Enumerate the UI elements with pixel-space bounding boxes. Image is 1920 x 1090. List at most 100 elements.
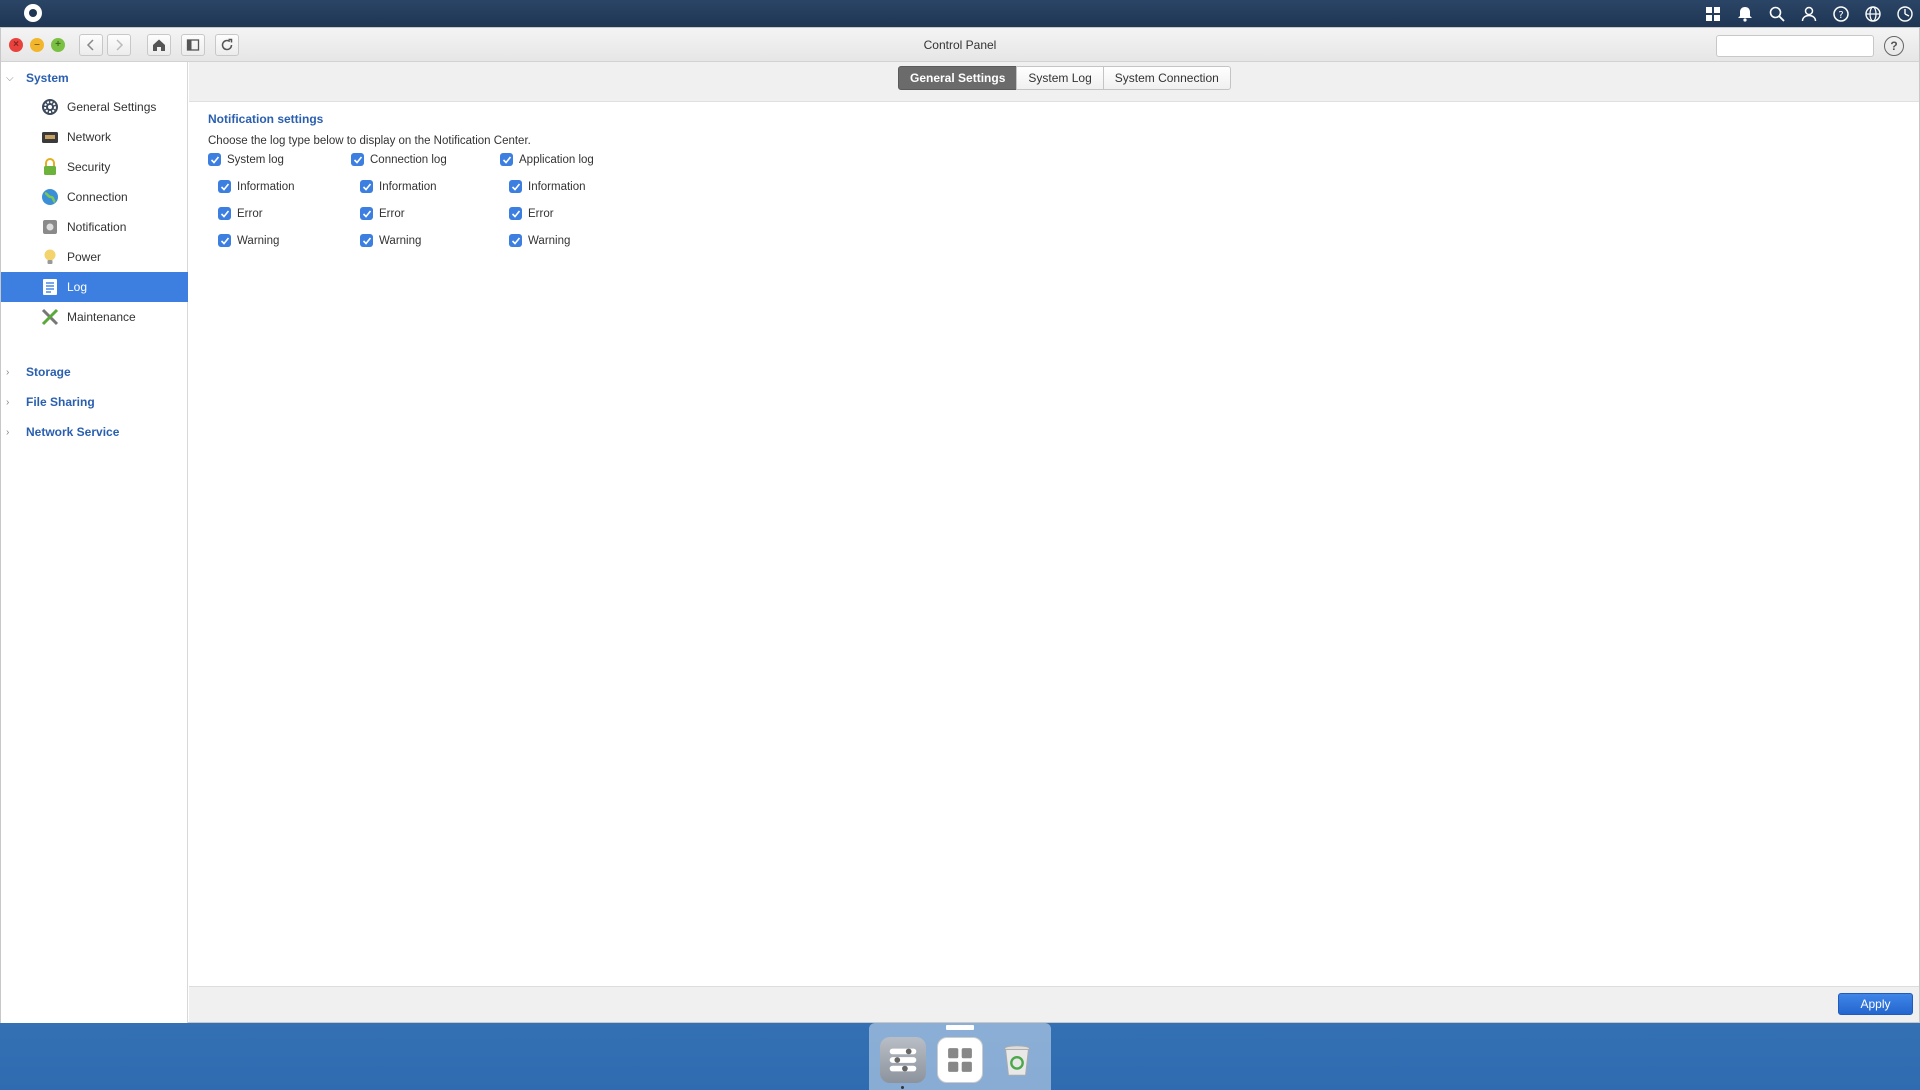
sidebar: ⌵ System General Settings Network Securi… bbox=[1, 62, 188, 1023]
chevron-right-icon: › bbox=[6, 366, 10, 378]
dock-recycle-bin-icon[interactable] bbox=[994, 1037, 1040, 1083]
sidebar-section-system[interactable]: ⌵ System bbox=[1, 67, 188, 89]
sidebar-section-storage[interactable]: › Storage bbox=[1, 361, 188, 383]
checkbox-checked-icon[interactable] bbox=[360, 207, 373, 220]
main-content: Notification settings Choose the log typ… bbox=[189, 102, 1919, 986]
sidebar-item-maintenance[interactable]: Maintenance bbox=[1, 302, 188, 332]
language-globe-icon[interactable] bbox=[1862, 3, 1884, 25]
sidebar-item-log[interactable]: Log bbox=[1, 272, 188, 302]
checkbox-label: Information bbox=[528, 180, 586, 193]
gear-icon bbox=[40, 97, 60, 117]
checkbox-application-log-information[interactable]: Information bbox=[509, 180, 586, 193]
top-bar: ? bbox=[0, 0, 1920, 27]
checkbox-checked-icon[interactable] bbox=[360, 234, 373, 247]
chevron-right-icon: › bbox=[6, 426, 10, 438]
checkbox-label: Warning bbox=[379, 234, 422, 247]
checkbox-system-log-warning[interactable]: Warning bbox=[218, 234, 279, 247]
chevron-right-icon: › bbox=[6, 396, 10, 408]
checkbox-checked-icon[interactable] bbox=[208, 153, 221, 166]
sidebar-item-label: General Settings bbox=[67, 100, 157, 114]
sidebar-section-label: File Sharing bbox=[26, 395, 95, 409]
globe-icon bbox=[40, 187, 60, 207]
sidebar-section-label: Network Service bbox=[26, 425, 120, 439]
log-icon bbox=[40, 277, 60, 297]
sidebar-section-label: System bbox=[26, 71, 69, 85]
sidebar-item-label: Security bbox=[67, 160, 111, 174]
control-panel-window: × – + Control Panel ? ⌵ System General S… bbox=[0, 27, 1920, 1023]
checkbox-connection-log-information[interactable]: Information bbox=[360, 180, 437, 193]
sidebar-item-notification[interactable]: Notification bbox=[1, 212, 188, 242]
checkbox-checked-icon[interactable] bbox=[218, 180, 231, 193]
window-titlebar: × – + Control Panel ? bbox=[1, 28, 1919, 62]
sidebar-item-label: Log bbox=[67, 280, 88, 294]
checkbox-application-log-error[interactable]: Error bbox=[509, 207, 554, 220]
checkbox-checked-icon[interactable] bbox=[509, 207, 522, 220]
checkbox-application-log-warning[interactable]: Warning bbox=[509, 234, 570, 247]
bell-icon[interactable] bbox=[1734, 3, 1756, 25]
checkbox-checked-icon[interactable] bbox=[360, 180, 373, 193]
window-title: Control Panel bbox=[923, 38, 997, 52]
notification-icon bbox=[40, 217, 60, 237]
apply-button[interactable]: Apply bbox=[1838, 993, 1913, 1015]
sidebar-item-network[interactable]: Network bbox=[1, 122, 188, 152]
tab-general-settings[interactable]: General Settings bbox=[898, 66, 1018, 90]
sidebar-item-label: Connection bbox=[67, 190, 128, 204]
dock bbox=[869, 1023, 1051, 1090]
bulb-icon bbox=[40, 247, 60, 267]
checkbox-checked-icon[interactable] bbox=[218, 234, 231, 247]
checkbox-checked-icon[interactable] bbox=[351, 153, 364, 166]
tab-system-connection[interactable]: System Connection bbox=[1102, 66, 1231, 90]
sidebar-item-label: Network bbox=[67, 130, 112, 144]
checkbox-checked-icon[interactable] bbox=[509, 234, 522, 247]
apps-grid-icon[interactable] bbox=[1702, 3, 1724, 25]
checkbox-label: Information bbox=[237, 180, 295, 193]
sidebar-item-power[interactable]: Power bbox=[1, 242, 188, 272]
app-logo-icon[interactable] bbox=[24, 4, 42, 22]
tools-icon bbox=[40, 307, 60, 327]
checkbox-label: Information bbox=[379, 180, 437, 193]
checkbox-connection-log-warning[interactable]: Warning bbox=[360, 234, 421, 247]
tab-bar: General Settings System Log System Conne… bbox=[898, 66, 1231, 90]
checkbox-checked-icon[interactable] bbox=[218, 207, 231, 220]
checkbox-connection-log[interactable]: Connection log bbox=[351, 153, 447, 166]
dock-control-panel-icon[interactable] bbox=[880, 1037, 926, 1083]
sidebar-item-general-settings[interactable]: General Settings bbox=[1, 92, 188, 122]
search-icon[interactable] bbox=[1766, 3, 1788, 25]
checkbox-checked-icon[interactable] bbox=[509, 180, 522, 193]
checkbox-application-log[interactable]: Application log bbox=[500, 153, 594, 166]
window-search-box[interactable] bbox=[1716, 35, 1880, 57]
topbar-icons: ? bbox=[1702, 3, 1916, 25]
user-icon[interactable] bbox=[1798, 3, 1820, 25]
checkbox-label: Error bbox=[528, 207, 554, 220]
dock-apps-grid-icon[interactable] bbox=[937, 1037, 983, 1083]
checkbox-system-log[interactable]: System log bbox=[208, 153, 284, 166]
checkbox-label: Connection log bbox=[370, 153, 447, 166]
help-icon[interactable]: ? bbox=[1830, 3, 1852, 25]
sidebar-item-security[interactable]: Security bbox=[1, 152, 188, 182]
dock-handle[interactable] bbox=[946, 1025, 974, 1030]
window-help-button[interactable]: ? bbox=[1884, 36, 1904, 56]
section-title: Notification settings bbox=[208, 112, 324, 126]
section-description: Choose the log type below to display on … bbox=[208, 135, 531, 147]
lock-icon bbox=[40, 157, 60, 177]
sidebar-item-label: Maintenance bbox=[67, 310, 136, 324]
checkbox-label: Warning bbox=[237, 234, 280, 247]
search-input[interactable] bbox=[1725, 37, 1880, 55]
checkbox-label: Error bbox=[379, 207, 405, 220]
sidebar-section-label: Storage bbox=[26, 365, 71, 379]
sidebar-section-file-sharing[interactable]: › File Sharing bbox=[1, 391, 188, 413]
chevron-down-icon: ⌵ bbox=[6, 72, 14, 84]
checkbox-system-log-information[interactable]: Information bbox=[218, 180, 295, 193]
sidebar-section-network-service[interactable]: › Network Service bbox=[1, 421, 188, 443]
checkbox-label: System log bbox=[227, 153, 284, 166]
sidebar-item-label: Power bbox=[67, 250, 102, 264]
checkbox-checked-icon[interactable] bbox=[500, 153, 513, 166]
svg-text:?: ? bbox=[1838, 10, 1843, 21]
checkbox-connection-log-error[interactable]: Error bbox=[360, 207, 405, 220]
tab-system-log[interactable]: System Log bbox=[1016, 66, 1104, 90]
checkbox-system-log-error[interactable]: Error bbox=[218, 207, 263, 220]
window-footer: Apply bbox=[189, 986, 1919, 1022]
checkbox-label: Application log bbox=[519, 153, 594, 166]
dashboard-icon[interactable] bbox=[1894, 3, 1916, 25]
sidebar-item-connection[interactable]: Connection bbox=[1, 182, 188, 212]
